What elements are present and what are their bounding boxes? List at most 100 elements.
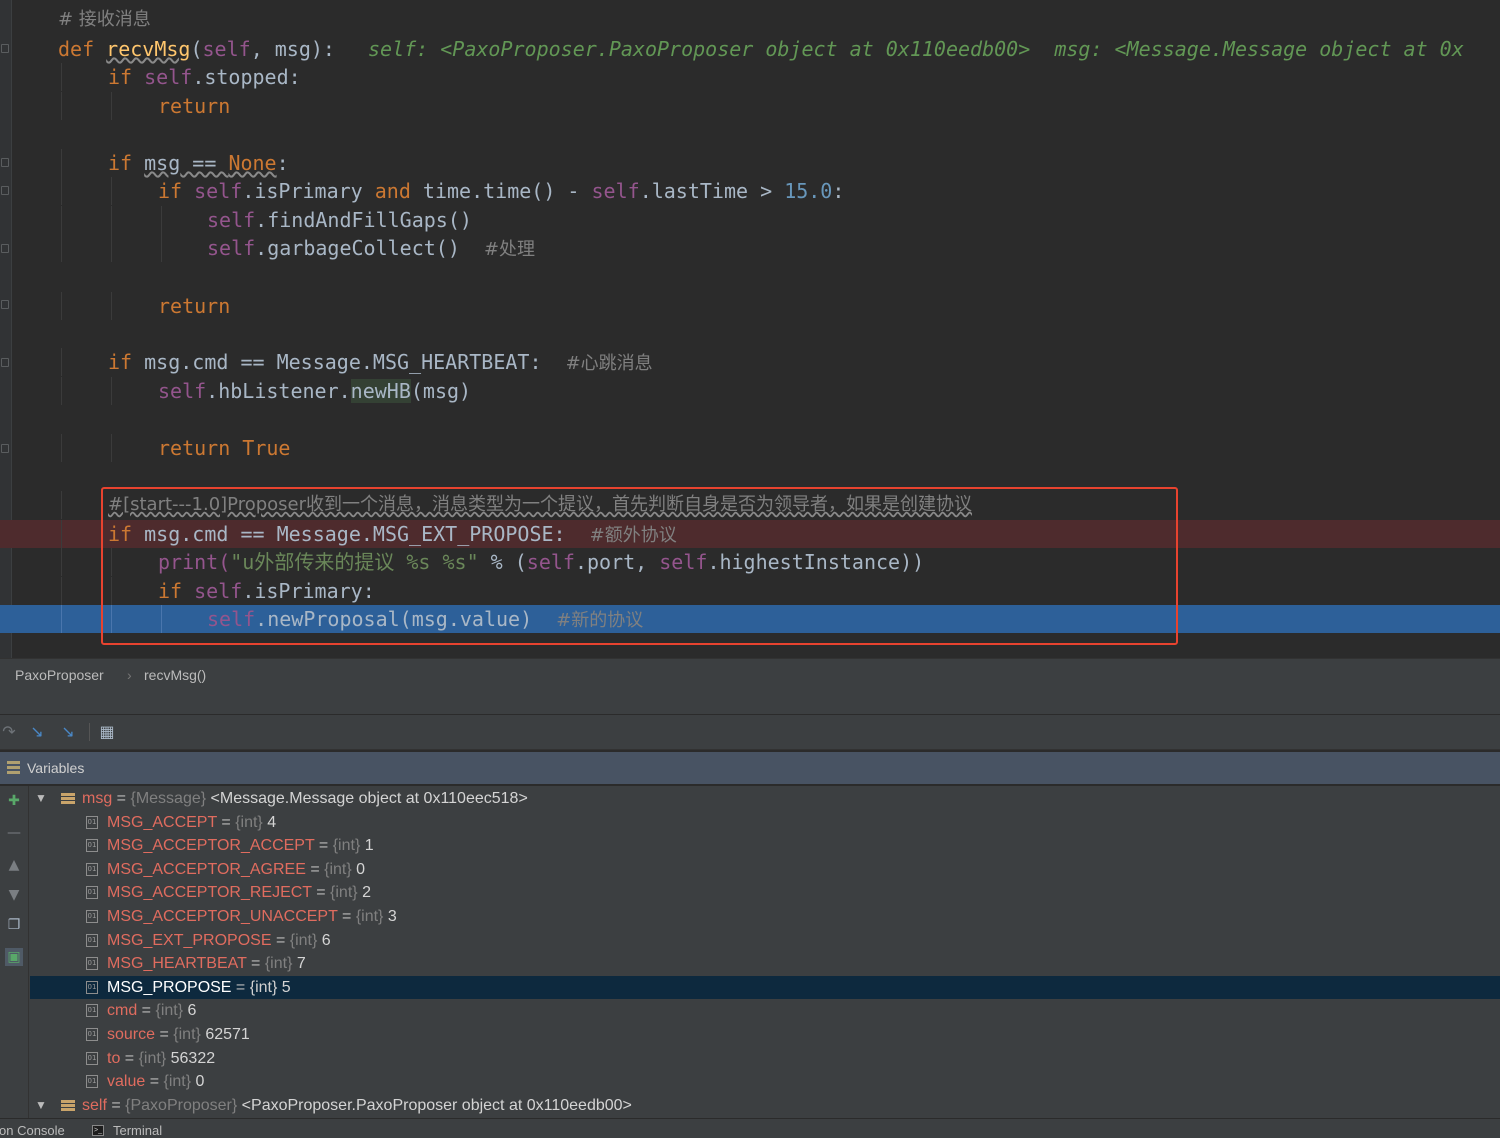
variable-name: MSG_HEARTBEAT	[107, 955, 247, 973]
variable-field-row[interactable]: 01 MSG_ACCEPTOR_ACCEPT = {int} 1	[30, 834, 1500, 858]
expand-arrow-icon[interactable]: ▼	[35, 787, 47, 810]
code-line[interactable]: if msg.cmd == Message.MSG_HEARTBEAT: #心跳…	[0, 348, 1500, 376]
code-line[interactable]: if self.stopped:	[0, 63, 1500, 91]
variable-field-row[interactable]: 01 MSG_PROPOSE = {int} 5	[30, 975, 1500, 1000]
step-into-my-code-icon[interactable]: ↘	[59, 723, 77, 741]
step-into-icon[interactable]: ↘	[28, 723, 46, 741]
field-icon: 01	[86, 1051, 98, 1065]
variable-type: {int}	[163, 1073, 192, 1091]
code-line[interactable]: self.hbListener.newHB(msg)	[0, 377, 1500, 405]
variable-field-row[interactable]: 01 source = {int} 62571	[30, 1023, 1500, 1047]
variable-field-row[interactable]: 01 MSG_ACCEPTOR_REJECT = {int} 2	[30, 881, 1500, 905]
code-line[interactable]: print("u外部传来的提议 %s %s" % (self.port, sel…	[0, 548, 1500, 576]
panel-spacer	[0, 690, 1500, 714]
variable-field-row[interactable]: 01 value = {int} 0	[30, 1070, 1500, 1094]
variable-field-row[interactable]: 01 MSG_ACCEPTOR_UNACCEPT = {int} 3	[30, 905, 1500, 929]
current-execution-line[interactable]: self.newProposal(msg.value) #新的协议	[0, 605, 1500, 633]
variable-name: MSG_PROPOSE	[107, 978, 232, 996]
variable-value: 0	[195, 1073, 205, 1091]
variable-field-row[interactable]: 01 MSG_HEARTBEAT = {int} 7	[30, 952, 1500, 976]
tab-terminal[interactable]: Terminal	[113, 1123, 162, 1138]
variable-field-row[interactable]: 01 MSG_ACCEPT = {int} 4	[30, 811, 1500, 835]
toolbar-divider	[89, 723, 90, 741]
variable-value: 56322	[170, 1049, 216, 1067]
variable-type: {int}	[264, 955, 293, 973]
variable-value: 6	[187, 1002, 197, 1020]
variable-object-row[interactable]: ▼ msg = {Message} <Message.Message object…	[30, 787, 1500, 811]
variable-type: {int}	[332, 837, 361, 855]
variable-name: msg	[82, 790, 113, 807]
variables-header: Variables	[0, 752, 1500, 784]
code-line[interactable]: # 接收消息	[0, 6, 1500, 34]
variable-field-row[interactable]: 01 cmd = {int} 6	[30, 999, 1500, 1023]
field-icon: 01	[86, 1075, 98, 1089]
variable-name: value	[107, 1073, 146, 1091]
variable-value: 5	[281, 978, 291, 996]
breakpoint-line[interactable]: if msg.cmd == Message.MSG_EXT_PROPOSE: #…	[0, 520, 1500, 548]
field-icon: 01	[86, 1004, 98, 1018]
variable-type: {int}	[355, 908, 384, 925]
variable-value: 3	[387, 908, 397, 925]
field-icon: 01	[86, 980, 98, 994]
bottom-tool-tabs: on Console >_ Terminal	[0, 1118, 1500, 1138]
down-icon[interactable]: ▼	[5, 886, 23, 904]
variable-value: 7	[296, 955, 306, 973]
breadcrumb-class[interactable]: PaxoProposer	[15, 667, 104, 683]
variable-value: 2	[362, 884, 371, 902]
variable-object-row[interactable]: ▼ self = {PaxoProposer} <PaxoProposer.Pax…	[30, 1094, 1500, 1118]
field-icon: 01	[86, 839, 98, 853]
inline-debug-hint: self: <PaxoProposer.PaxoProposer object …	[368, 37, 1464, 61]
expand-arrow-icon[interactable]: ▼	[35, 1094, 47, 1117]
debug-toolbar: ↷ ↘ ↘ ▦	[0, 714, 1500, 750]
variable-value: 0	[356, 860, 366, 878]
variable-name: MSG_ACCEPTOR_AGREE	[107, 860, 306, 878]
variable-type: {int}	[173, 1026, 201, 1043]
new-watch-icon[interactable]: ✚	[5, 792, 23, 810]
object-icon	[61, 1099, 75, 1112]
code-line[interactable]: self.garbageCollect() #处理	[0, 234, 1500, 262]
variable-type: {int}	[330, 884, 358, 902]
code-line[interactable]: if self.isPrimary and time.time() - self…	[0, 177, 1500, 205]
show-values-icon[interactable]: ▣	[5, 948, 23, 966]
variables-side-toolbar: ✚ — ▲ ▼ ❐ ▣	[0, 786, 29, 1118]
code-line[interactable]: #[start---1.0]Proposer收到一个消息，消息类型为一个提议，首…	[0, 491, 1500, 519]
field-icon: 01	[86, 815, 98, 829]
remove-watch-icon[interactable]: —	[5, 824, 23, 842]
variable-name: MSG_ACCEPTOR_REJECT	[107, 884, 312, 902]
variable-name: MSG_ACCEPTOR_UNACCEPT	[107, 908, 338, 925]
terminal-icon: >_	[92, 1125, 104, 1136]
variable-name: to	[107, 1049, 121, 1067]
code-line[interactable]: self.findAndFillGaps()	[0, 206, 1500, 234]
variable-field-row[interactable]: 01 MSG_ACCEPTOR_AGREE = {int} 0	[30, 858, 1500, 882]
variable-name: cmd	[107, 1002, 138, 1020]
code-line[interactable]: return True	[0, 434, 1500, 462]
variable-value: <PaxoProposer.PaxoProposer object at 0x1…	[241, 1096, 632, 1114]
variable-field-row[interactable]: 01 to = {int} 56322	[30, 1047, 1500, 1071]
breadcrumb: PaxoProposer › recvMsg()	[0, 658, 1500, 691]
variable-type: {int}	[235, 813, 263, 831]
code-line[interactable]: return	[0, 92, 1500, 120]
variable-field-row[interactable]: 01 MSG_EXT_PROPOSE = {int} 6	[30, 929, 1500, 953]
code-comment: # 接收消息	[58, 9, 151, 30]
code-line[interactable]: if self.isPrimary:	[0, 577, 1500, 605]
identifier-usage-highlight: newHB	[350, 379, 411, 403]
code-editor[interactable]: # 接收消息 def recvMsg(self, msg): self: <Pa…	[0, 0, 1500, 658]
breadcrumb-method[interactable]: recvMsg()	[144, 667, 206, 683]
variable-name: self	[82, 1096, 107, 1114]
variable-type: {int}	[155, 1002, 184, 1020]
variables-panel[interactable]: ✚ — ▲ ▼ ❐ ▣ ▼ msg = {Message} <Message.Me…	[0, 786, 1500, 1118]
up-icon[interactable]: ▲	[5, 856, 23, 874]
variable-value: 4	[267, 813, 277, 831]
evaluate-expression-icon[interactable]: ▦	[98, 723, 116, 741]
copy-icon[interactable]: ❐	[5, 916, 23, 934]
step-over-icon[interactable]: ↷	[0, 723, 18, 741]
variables-icon	[7, 761, 20, 774]
annotation-comment: #[start---1.0]Proposer收到一个消息，消息类型为一个提议，首…	[108, 494, 973, 515]
code-line-def[interactable]: def recvMsg(self, msg): self: <PaxoPropo…	[0, 35, 1500, 63]
variable-type: {int}	[324, 860, 352, 878]
tab-python-console[interactable]: on Console	[0, 1123, 65, 1138]
code-line[interactable]: return	[0, 292, 1500, 320]
variable-name: MSG_EXT_PROPOSE	[107, 931, 272, 949]
code-line[interactable]: if msg == None:	[0, 149, 1500, 177]
variable-type: {int}	[289, 931, 318, 949]
